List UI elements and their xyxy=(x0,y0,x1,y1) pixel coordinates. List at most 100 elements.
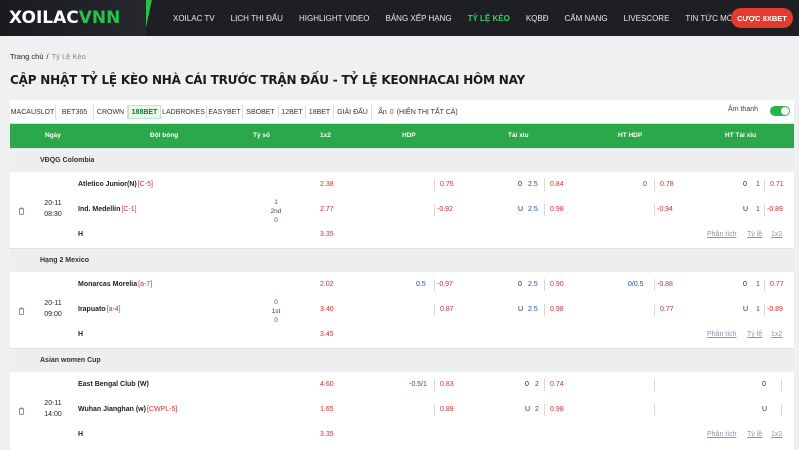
link-ty-le[interactable]: Tỷ lệ xyxy=(747,431,762,438)
col-tai-xiu: Tài xỉu xyxy=(508,132,529,139)
link-1x2[interactable]: 1x2 xyxy=(771,431,782,438)
breadcrumb: Trang chủ / Tỷ Lệ Kèo xyxy=(10,52,86,61)
odds-1x2[interactable]: 3.45 xyxy=(320,331,334,338)
odds-ou[interactable]: 0.98 xyxy=(550,406,564,413)
team-rank: [C-1] xyxy=(121,206,137,213)
odds-hthdp[interactable]: 0.78 xyxy=(660,181,674,188)
trash-icon[interactable] xyxy=(18,207,25,215)
link-ty-le[interactable]: Tỷ lệ xyxy=(747,231,762,238)
odds-htou[interactable]: 0.71 xyxy=(770,181,784,188)
tab-12bet[interactable]: 12BET xyxy=(279,105,306,119)
team-name: Irapuato xyxy=(78,306,106,313)
team-name: Atletico Junior(N) xyxy=(78,181,137,188)
tab-188bet[interactable]: 188BET xyxy=(128,105,161,119)
hdp-line: -0.5/1 xyxy=(409,381,427,388)
odds-hdp[interactable]: 0.89 xyxy=(440,406,454,413)
tab-ladbrokes[interactable]: LADBROKES xyxy=(161,105,207,119)
bet-button[interactable]: CƯỢC 8XBET xyxy=(731,8,793,28)
odds-hdp[interactable]: -0.92 xyxy=(437,206,453,213)
link-1x2[interactable]: 1x2 xyxy=(771,331,782,338)
odds-ou[interactable]: 0.84 xyxy=(550,181,564,188)
match-period: 1st xyxy=(271,308,281,315)
ou-line: 2 xyxy=(535,406,539,413)
hidden-filter[interactable]: Ẩn 0 (HIỂN THỊ TẤT CẢ) xyxy=(372,105,464,119)
odds-1x2[interactable]: 2.77 xyxy=(320,206,334,213)
col-ht-hdp: HT HDP xyxy=(618,132,643,139)
trash-icon[interactable] xyxy=(18,307,25,315)
match-score: 0 1st 0 xyxy=(270,298,282,325)
odds-ou[interactable]: 0.98 xyxy=(550,206,564,213)
away-team[interactable]: Irapuato[a-4] xyxy=(78,306,121,313)
nav-livescore[interactable]: LIVESCORE xyxy=(616,14,678,23)
nav-highlight-video[interactable]: HIGHLIGHT VIDEO xyxy=(291,14,378,23)
tab-macauslot[interactable]: MACAUSLOT xyxy=(10,105,56,119)
nav-bang-xep-hang[interactable]: BẢNG XẾP HẠNG xyxy=(378,14,460,23)
match-period: 2nd xyxy=(270,208,282,215)
nav-ty-le-keo[interactable]: TỶ LỆ KÈO xyxy=(460,14,518,23)
odds-htou[interactable]: -0.89 xyxy=(767,306,783,313)
hthdp-line: 0/0.5 xyxy=(628,281,644,288)
tab-easybet[interactable]: EASYBET xyxy=(207,105,243,119)
link-phan-tich[interactable]: Phân tích xyxy=(707,431,737,438)
hthdp-line: 0 xyxy=(643,181,647,188)
nav-cam-nang[interactable]: CẨM NANG xyxy=(557,14,616,23)
odds-1x2[interactable]: 4.60 xyxy=(320,381,334,388)
ou-side: 0 xyxy=(518,281,522,288)
tab-giai-dau[interactable]: GIẢI ĐẤU xyxy=(334,105,372,119)
odds-hdp[interactable]: 0.83 xyxy=(440,381,454,388)
hdp-line: 0.5 xyxy=(416,281,426,288)
nav-xoilac-tv[interactable]: XOILAC TV xyxy=(165,14,223,23)
odds-1x2[interactable]: 3.40 xyxy=(320,306,334,313)
odds-1x2[interactable]: 1.65 xyxy=(320,406,334,413)
odds-hdp[interactable]: 0.75 xyxy=(440,181,454,188)
breadcrumb-current: Tỷ Lệ Kèo xyxy=(51,52,86,61)
score-home: 0 xyxy=(274,299,278,306)
odds-hdp[interactable]: 0.87 xyxy=(440,306,454,313)
trash-icon[interactable] xyxy=(18,407,25,415)
show-all-link[interactable]: (HIỂN THỊ TẤT CẢ) xyxy=(397,109,458,116)
nav-kqbd[interactable]: KQBĐ xyxy=(518,14,557,23)
odds-ou[interactable]: 0.74 xyxy=(550,381,564,388)
odds-htou[interactable]: 0.77 xyxy=(770,281,784,288)
odds-1x2[interactable]: 3.35 xyxy=(320,431,334,438)
team-name: Ind. Medellin xyxy=(78,206,121,213)
match-time: 20-11 09:00 xyxy=(38,298,68,320)
tab-crown[interactable]: CROWN xyxy=(94,105,128,119)
away-team[interactable]: Wuhan Jianghan (w)[CWPL-5] xyxy=(78,406,177,413)
divider xyxy=(544,379,545,391)
site-logo[interactable]: XOILAC VNN xyxy=(0,0,146,36)
link-ty-le[interactable]: Tỷ lệ xyxy=(747,331,762,338)
odds-hdp[interactable]: -0.97 xyxy=(437,281,453,288)
odds-1x2[interactable]: 2.02 xyxy=(320,281,334,288)
odds-hthdp[interactable]: -0.94 xyxy=(657,206,673,213)
tab-sbobet[interactable]: SBOBET xyxy=(243,105,279,119)
nav-lich-thi-dau[interactable]: LỊCH THI ĐẤU xyxy=(223,14,291,23)
ou-line: 2.5 xyxy=(528,206,538,213)
tab-18bet[interactable]: 18BET xyxy=(306,105,334,119)
page-title: CẬP NHẬT TỶ LỆ KÈO NHÀ CÁI TRƯỚC TRẬN ĐẤ… xyxy=(10,73,526,87)
odds-ou[interactable]: 0.98 xyxy=(550,306,564,313)
odds-hthdp[interactable]: 0.77 xyxy=(660,306,674,313)
home-team[interactable]: Monarcas Morelia[a-7] xyxy=(78,281,152,288)
htou-side: U xyxy=(743,306,749,313)
odds-hthdp[interactable]: -0.88 xyxy=(657,281,673,288)
home-team[interactable]: Atletico Junior(N)[C-5] xyxy=(78,181,153,188)
tab-bet365[interactable]: BET365 xyxy=(56,105,94,119)
divider xyxy=(764,204,765,216)
home-team[interactable]: East Bengal Club (W) xyxy=(78,381,150,388)
link-1x2[interactable]: 1x2 xyxy=(771,231,782,238)
breadcrumb-home[interactable]: Trang chủ xyxy=(10,52,44,61)
odds-1x2[interactable]: 2.38 xyxy=(320,181,334,188)
link-phan-tich[interactable]: Phân tích xyxy=(707,231,737,238)
link-phan-tich[interactable]: Phân tích xyxy=(707,331,737,338)
odds-1x2[interactable]: 3.35 xyxy=(320,231,334,238)
away-team[interactable]: Ind. Medellin[C-1] xyxy=(78,206,137,213)
divider xyxy=(544,279,545,291)
odds-ou[interactable]: 0.90 xyxy=(550,281,564,288)
score-away: 0 xyxy=(274,317,278,324)
league-header: VĐQG Colombia xyxy=(10,148,794,172)
divider xyxy=(434,204,435,216)
match-time: 20-11 14:00 xyxy=(38,398,68,420)
odds-htou[interactable]: -0.89 xyxy=(767,206,783,213)
sound-toggle[interactable] xyxy=(770,106,790,116)
